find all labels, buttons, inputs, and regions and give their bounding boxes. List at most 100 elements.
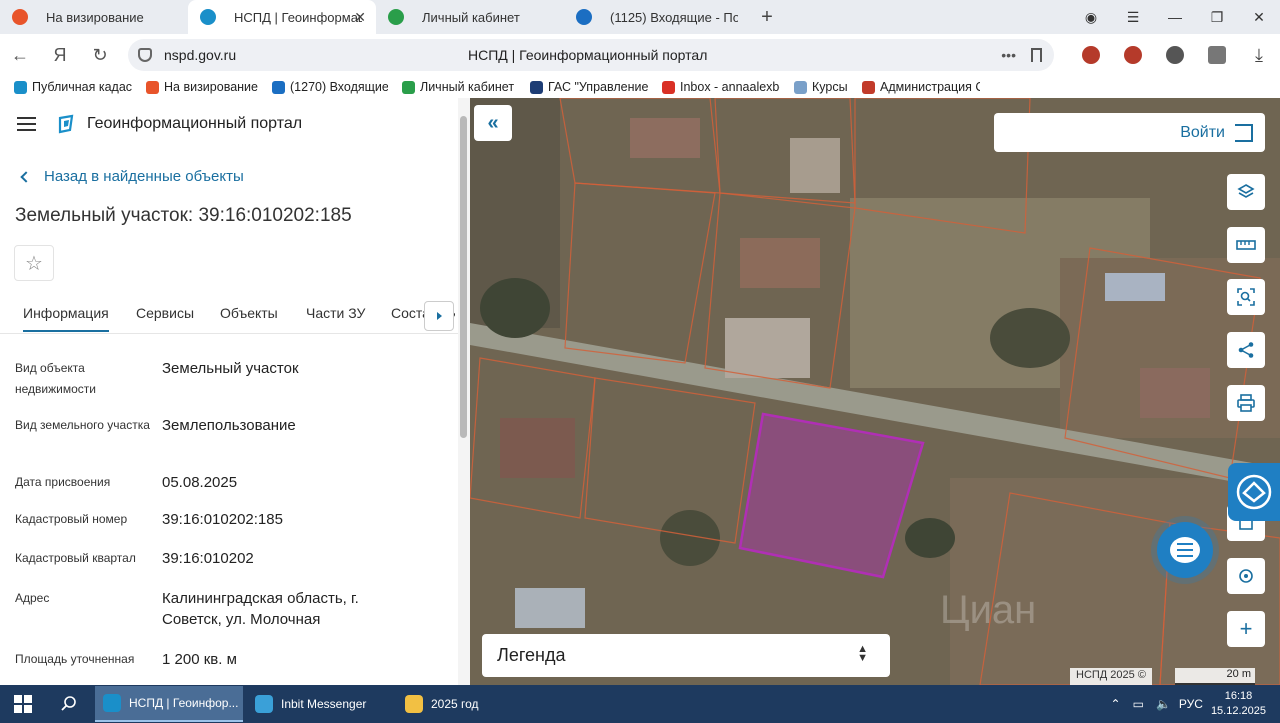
bookmark-item[interactable]: На визирование	[146, 80, 258, 94]
info-label: Кадастровый квартал	[15, 551, 136, 565]
share-icon	[1238, 342, 1254, 358]
browser-tab-3[interactable]: (1125) Входящие - Почта	[564, 0, 752, 34]
map-view[interactable]: Циан « Войти + Легенда ▲ ▼ НСПД 2025 © 20…	[470, 98, 1280, 685]
tab-favicon-icon	[200, 9, 216, 25]
side-widget-button[interactable]	[1228, 463, 1280, 521]
map-copyright: НСПД 2025 ©	[1070, 668, 1152, 685]
bookmark-icon[interactable]	[1031, 48, 1042, 62]
collapse-panel-button[interactable]: «	[474, 105, 512, 141]
extension-icon[interactable]	[1112, 46, 1154, 64]
info-label: Вид земельного участка	[15, 418, 150, 432]
close-window-icon[interactable]: ✕	[1238, 9, 1280, 26]
extensions: ⤓	[1070, 34, 1280, 76]
bookmark-favicon-icon	[14, 80, 27, 94]
browser-tab-label: Личный кабинет	[422, 9, 520, 25]
browser-tab-2[interactable]: Личный кабинет	[376, 0, 564, 34]
legend-label: Легенда	[497, 645, 566, 665]
more-icon[interactable]: •••	[1001, 47, 1016, 63]
login-icon	[1235, 123, 1253, 142]
chevron-left-icon	[20, 170, 32, 183]
profile-icon[interactable]: ◉	[1070, 9, 1112, 26]
taskbar-app-browser[interactable]: НСПД | Геоинфор...	[95, 686, 243, 722]
measure-button[interactable]	[1227, 227, 1265, 263]
browser-tab-1[interactable]: НСПД | Геоинформационный портал ✕	[188, 0, 376, 34]
restore-icon[interactable]: ❐	[1196, 9, 1238, 26]
taskbar-app-folder[interactable]: 2025 год	[397, 686, 545, 722]
ruler-icon	[1236, 240, 1256, 250]
tab-favicon-icon	[388, 9, 404, 25]
network-icon[interactable]: ▭	[1133, 697, 1144, 711]
favorite-button[interactable]: ☆	[14, 245, 54, 281]
yandex-icon[interactable]: Я	[40, 45, 80, 66]
menu-icon[interactable]: ☰	[1112, 9, 1154, 26]
bookmark-item[interactable]: Курсы	[794, 80, 848, 94]
object-panel: Геоинформационный портал Назад в найденн…	[0, 98, 470, 685]
tab-objects[interactable]: Объекты	[220, 305, 278, 321]
url-page-title: НСПД | Геоинформационный портал	[468, 47, 708, 63]
bookmark-item[interactable]: Личный кабинет	[402, 80, 516, 94]
new-tab-icon[interactable]: +	[752, 0, 782, 34]
back-to-results-link[interactable]: Назад в найденные объекты	[20, 168, 244, 185]
clock[interactable]: 16:18 15.12.2025	[1211, 689, 1266, 719]
volume-icon[interactable]: 🔈	[1156, 697, 1171, 711]
bookmark-item[interactable]: Публичная кадастровая карта	[14, 80, 132, 94]
taskbar-app-label: 2025 год	[431, 697, 479, 711]
geolocation-button[interactable]	[1227, 558, 1265, 594]
bookmark-favicon-icon	[272, 80, 285, 94]
bookmark-item[interactable]: Администрация Советского	[862, 80, 980, 94]
download-icon[interactable]: ⤓	[1238, 45, 1280, 66]
layers-icon	[1237, 184, 1255, 198]
extension-icon[interactable]	[1070, 46, 1112, 64]
search-area-button[interactable]	[1227, 279, 1265, 315]
portal-logo-icon	[58, 114, 74, 134]
taskbar: НСПД | Геоинфор... Inbit Messenger 2025 …	[0, 685, 1280, 723]
bookmark-item[interactable]: ГАС "Управление"	[530, 80, 648, 94]
tray-expand-icon[interactable]: ⌃	[1111, 697, 1121, 711]
clock-time: 16:18	[1224, 690, 1253, 702]
taskbar-app-label: Inbit Messenger	[281, 697, 367, 711]
zoom-in-button[interactable]: +	[1227, 611, 1265, 647]
tab-information[interactable]: Информация	[23, 305, 109, 332]
panel-scrollbar[interactable]	[458, 98, 470, 685]
chevron-right-icon	[436, 312, 442, 320]
bookmark-item[interactable]: Inbox - annaalexbox	[662, 80, 780, 94]
bookmark-favicon-icon	[402, 80, 415, 94]
minimize-icon[interactable]: —	[1154, 9, 1196, 25]
taskbar-app-messenger[interactable]: Inbit Messenger	[247, 686, 393, 722]
language-indicator[interactable]: РУС	[1179, 697, 1203, 711]
clock-date: 15.12.2025	[1210, 705, 1266, 717]
url-field[interactable]: nspd.gov.ru НСПД | Геоинформационный пор…	[128, 39, 1054, 71]
collections-icon[interactable]	[1196, 46, 1238, 64]
tab-parts[interactable]: Части ЗУ	[306, 305, 365, 321]
bookmark-favicon-icon	[662, 80, 675, 94]
scrollbar-thumb[interactable]	[460, 116, 467, 438]
hamburger-icon[interactable]	[17, 117, 36, 131]
extension-icon[interactable]	[1154, 46, 1196, 64]
watermark: Циан	[940, 588, 1036, 632]
back-label: Назад в найденные объекты	[44, 168, 244, 185]
login-label: Войти	[1180, 123, 1225, 141]
info-value: 05.08.2025	[162, 474, 238, 491]
browser-tab-0[interactable]: На визирование	[0, 0, 188, 34]
tabs-scroll-right-button[interactable]	[424, 301, 454, 331]
info-value: Земельный участок	[162, 360, 299, 377]
bookmark-item[interactable]: (1270) Входящие - Почта	[272, 80, 388, 94]
reload-icon[interactable]: ↻	[80, 45, 120, 66]
search-button[interactable]	[46, 695, 92, 713]
share-button[interactable]	[1227, 332, 1265, 368]
star-icon: ☆	[25, 252, 43, 275]
folder-icon	[405, 695, 423, 713]
start-button[interactable]	[0, 695, 46, 713]
layers-button[interactable]	[1227, 174, 1265, 210]
print-button[interactable]	[1227, 385, 1265, 421]
chat-button[interactable]	[1157, 522, 1213, 578]
back-icon[interactable]: ←	[0, 45, 40, 66]
close-tab-icon[interactable]: ✕	[354, 9, 366, 26]
legend-select[interactable]: Легенда ▲ ▼	[482, 634, 890, 677]
object-title: Земельный участок: 39:16:010202:185	[15, 205, 352, 226]
shield-icon	[138, 48, 152, 62]
login-button[interactable]: Войти	[994, 113, 1265, 152]
bookmark-favicon-icon	[146, 80, 159, 94]
object-tabs: Информация Сервисы Объекты Части ЗУ Сост…	[0, 298, 458, 334]
tab-services[interactable]: Сервисы	[136, 305, 194, 321]
